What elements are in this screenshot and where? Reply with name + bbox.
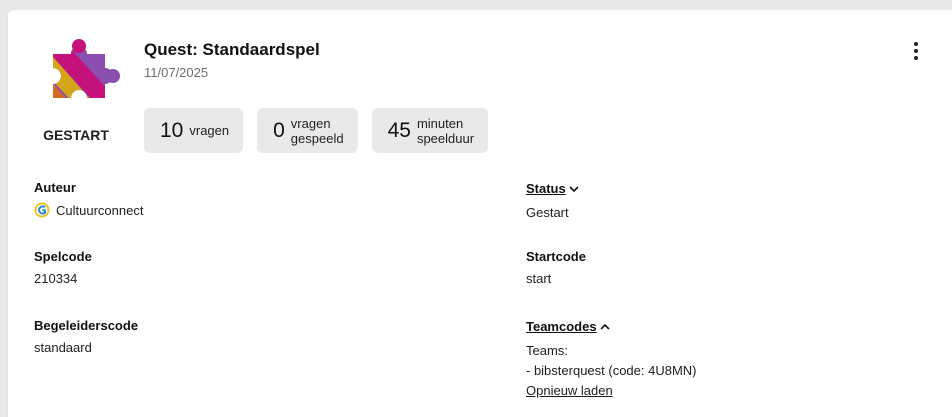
quest-date: 11/07/2025 [144,65,209,80]
auteur-value: Cultuurconnect [34,202,143,218]
stat-label: minuten speelduur [416,115,475,146]
field-auteur: Auteur Cultuurconnect [34,180,143,218]
startcode-label: Startcode [526,249,586,264]
status-value: Gestart [526,205,569,220]
quest-card: GESTART Quest: Standaardspel 11/07/2025 … [8,10,952,417]
cultuurconnect-logo-icon [34,202,50,218]
spelcode-label: Spelcode [34,249,92,264]
stat-duration: 45 minuten speelduur [371,108,489,153]
status-label: Status [526,181,566,196]
stat-label: vragen [189,123,230,138]
team-entry: - bibsterquest (code: 4U8MN) [526,363,697,378]
field-spelcode: Spelcode 210334 [34,249,92,286]
teams-list: Teams: - bibsterquest (code: 4U8MN) Opni… [526,341,697,401]
kebab-menu-icon[interactable] [906,40,926,62]
field-teamcodes: Teamcodes Teams: - bibsterquest (code: 4… [526,318,697,401]
chevron-up-icon [600,323,610,330]
auteur-label: Auteur [34,180,76,195]
stat-label: vragen gespeeld [290,115,344,146]
status-toggle[interactable]: Status [526,181,580,196]
auteur-name: Cultuurconnect [56,202,144,218]
stat-number: 10 [160,118,184,142]
field-begeleiderscode: Begeleiderscode standaard [34,318,138,355]
stat-questions: 10 vragen [144,108,244,153]
stat-questions-played: 0 vragen gespeeld [257,108,358,153]
quest-status-label: GESTART [43,127,109,143]
begeleiderscode-value: standaard [34,340,92,355]
field-status: Status Gestart [526,180,580,220]
stats-row: 10 vragen 0 vragen gespeeld 45 minuten s… [144,108,489,153]
quest-title: Quest: Standaardspel [144,40,320,59]
startcode-value: start [526,271,552,286]
spelcode-value: 210334 [34,271,78,286]
chevron-down-icon [569,185,579,192]
teams-heading: Teams: [526,343,568,358]
teamcodes-label: Teamcodes [526,319,597,334]
field-startcode: Startcode start [526,249,586,286]
puzzle-logo-icon [53,39,120,98]
stat-number: 0 [273,118,285,142]
begeleiderscode-label: Begeleiderscode [34,318,139,333]
reload-link[interactable]: Opnieuw laden [526,381,697,401]
teamcodes-toggle[interactable]: Teamcodes [526,319,611,334]
stat-number: 45 [387,118,411,142]
